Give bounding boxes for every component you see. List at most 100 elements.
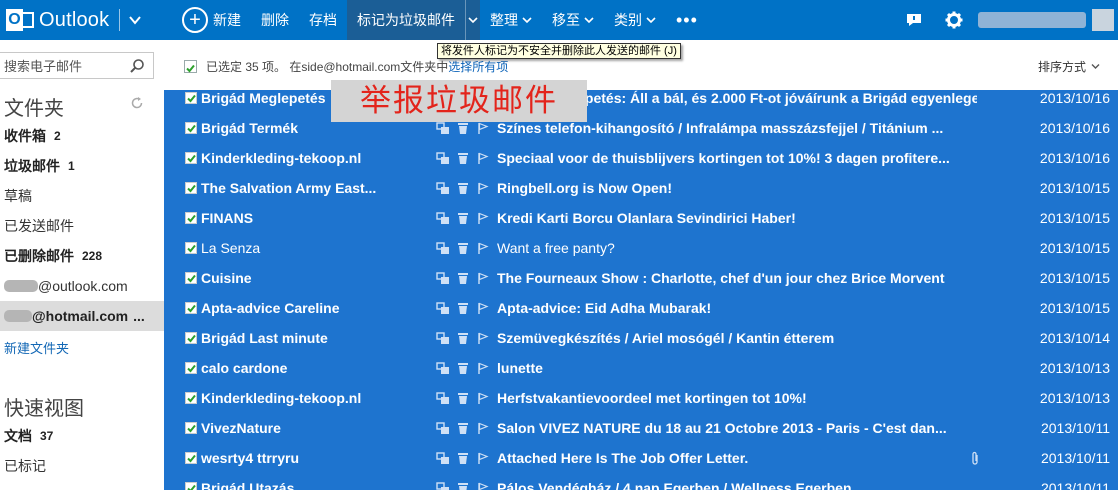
more-options-icon[interactable]: ...	[133, 308, 145, 324]
row-checkbox[interactable]	[185, 182, 197, 194]
flag-icon[interactable]	[477, 212, 491, 225]
flag-icon[interactable]	[477, 302, 491, 315]
flag-icon[interactable]	[477, 452, 491, 465]
move-icon[interactable]	[436, 392, 450, 405]
chevron-down-icon[interactable]	[128, 13, 142, 27]
row-checkbox[interactable]	[185, 152, 197, 164]
sort-button[interactable]: 排序方式	[1038, 58, 1100, 75]
new-folder-link[interactable]: 新建文件夹	[4, 338, 69, 357]
row-checkbox[interactable]	[185, 452, 197, 464]
flag-icon[interactable]	[477, 332, 491, 345]
row-checkbox[interactable]	[185, 482, 197, 490]
sidebar-item-outlook-account[interactable]: @outlook.com	[0, 271, 164, 301]
user-name[interactable]	[978, 12, 1086, 28]
flag-icon[interactable]	[477, 272, 491, 285]
gear-icon[interactable]	[944, 10, 964, 30]
flag-icon[interactable]	[477, 182, 491, 195]
select-all-link[interactable]: 选择所有项	[448, 60, 508, 74]
trash-icon[interactable]	[457, 272, 471, 285]
trash-icon[interactable]	[457, 362, 471, 375]
row-checkbox[interactable]	[185, 362, 197, 374]
trash-icon[interactable]	[457, 452, 471, 465]
message-row[interactable]: Brigád Utazás Pálos Vendégház / 4 nap Ege…	[164, 473, 1118, 490]
row-checkbox[interactable]	[185, 242, 197, 254]
flag-icon[interactable]	[477, 482, 491, 490]
move-icon[interactable]	[436, 152, 450, 165]
row-checkbox[interactable]	[185, 272, 197, 284]
trash-icon[interactable]	[457, 122, 471, 135]
row-checkbox[interactable]	[185, 122, 197, 134]
message-row[interactable]: Brigád Termék Színes telefon-kihangosító …	[164, 113, 1118, 143]
flag-icon[interactable]	[477, 152, 491, 165]
refresh-icon[interactable]	[130, 96, 144, 110]
sidebar-item-flagged[interactable]: 已标记	[0, 451, 164, 481]
move-icon[interactable]	[436, 272, 450, 285]
flag-icon[interactable]	[477, 422, 491, 435]
move-icon[interactable]	[436, 302, 450, 315]
unread-count: 1	[68, 159, 75, 173]
move-icon[interactable]	[436, 332, 450, 345]
message-row[interactable]: wesrty4 ttrryru Attached Here Is The Job …	[164, 443, 1118, 473]
message-row[interactable]: VivezNature Salon VIVEZ NATURE du 18 au 2…	[164, 413, 1118, 443]
move-icon[interactable]	[436, 482, 450, 490]
row-checkbox[interactable]	[185, 212, 197, 224]
trash-icon[interactable]	[457, 392, 471, 405]
flag-icon[interactable]	[477, 392, 491, 405]
sidebar-item-drafts[interactable]: 草稿	[0, 181, 164, 211]
message-row[interactable]: Brigád Last minute Szemüvegkészítés / Ari…	[164, 323, 1118, 353]
sweep-button[interactable]: 整理	[480, 0, 542, 40]
move-icon[interactable]	[436, 452, 450, 465]
trash-icon[interactable]	[457, 212, 471, 225]
sidebar-item-deleted[interactable]: 已删除邮件 228	[0, 241, 164, 271]
sidebar-item-junk[interactable]: 垃圾邮件 1	[0, 151, 164, 181]
message-row[interactable]: Apta-advice Careline Apta-advice: Eid Adh…	[164, 293, 1118, 323]
junk-button[interactable]: 标记为垃圾邮件	[347, 0, 465, 40]
delete-button[interactable]: 删除	[251, 0, 299, 40]
trash-icon[interactable]	[457, 152, 471, 165]
archive-button[interactable]: 存档	[299, 0, 347, 40]
category-button[interactable]: 类别	[604, 0, 666, 40]
avatar[interactable]	[1092, 9, 1114, 31]
move-to-button[interactable]: 移至	[542, 0, 604, 40]
row-checkbox[interactable]	[185, 332, 197, 344]
message-row[interactable]: calo cardone lunette 2013/10/13	[164, 353, 1118, 383]
select-all-checkbox[interactable]	[184, 60, 197, 73]
row-checkbox[interactable]	[185, 302, 197, 314]
move-icon[interactable]	[436, 422, 450, 435]
message-row[interactable]: Kinderkleding-tekoop.nl Speciaal voor de …	[164, 143, 1118, 173]
message-row[interactable]: Cuisine The Fourneaux Show : Charlotte, c…	[164, 263, 1118, 293]
move-icon[interactable]	[436, 242, 450, 255]
flag-icon[interactable]	[477, 362, 491, 375]
search-icon[interactable]	[129, 58, 145, 74]
sidebar-item-inbox[interactable]: 收件箱 2	[0, 121, 164, 151]
new-button[interactable]: + 新建	[182, 0, 251, 40]
trash-icon[interactable]	[457, 302, 471, 315]
sidebar-item-hotmail-account[interactable]: @hotmail.com ...	[0, 301, 164, 331]
move-icon[interactable]	[436, 212, 450, 225]
chat-icon[interactable]	[904, 10, 924, 30]
move-icon[interactable]	[436, 182, 450, 195]
trash-icon[interactable]	[457, 422, 471, 435]
message-row[interactable]: Kinderkleding-tekoop.nl Herfstvakantievoo…	[164, 383, 1118, 413]
move-icon[interactable]	[436, 122, 450, 135]
flag-icon[interactable]	[477, 122, 491, 135]
flag-icon[interactable]	[477, 242, 491, 255]
message-row[interactable]: FINANS Kredi Karti Borcu Olanlara Sevindi…	[164, 203, 1118, 233]
message-row[interactable]: La Senza Want a free panty? 2013/10/15	[164, 233, 1118, 263]
row-checkbox[interactable]	[185, 392, 197, 404]
search-input[interactable]	[4, 57, 124, 75]
app-brand[interactable]: O Outlook	[0, 0, 142, 40]
row-checkbox[interactable]	[185, 92, 197, 104]
trash-icon[interactable]	[457, 242, 471, 255]
more-actions-button[interactable]: •••	[666, 0, 708, 40]
row-checkbox[interactable]	[185, 422, 197, 434]
junk-dropdown-button[interactable]	[465, 0, 480, 40]
sidebar-item-sent[interactable]: 已发送邮件	[0, 211, 164, 241]
trash-icon[interactable]	[457, 182, 471, 195]
trash-icon[interactable]	[457, 482, 471, 490]
move-icon[interactable]	[436, 362, 450, 375]
message-row[interactable]: Brigád Meglepetés Brigád Meglepetés: Áll …	[164, 90, 1118, 113]
sidebar-item-documents[interactable]: 文档 37	[0, 421, 164, 451]
message-row[interactable]: The Salvation Army East... Ringbell.org i…	[164, 173, 1118, 203]
trash-icon[interactable]	[457, 332, 471, 345]
